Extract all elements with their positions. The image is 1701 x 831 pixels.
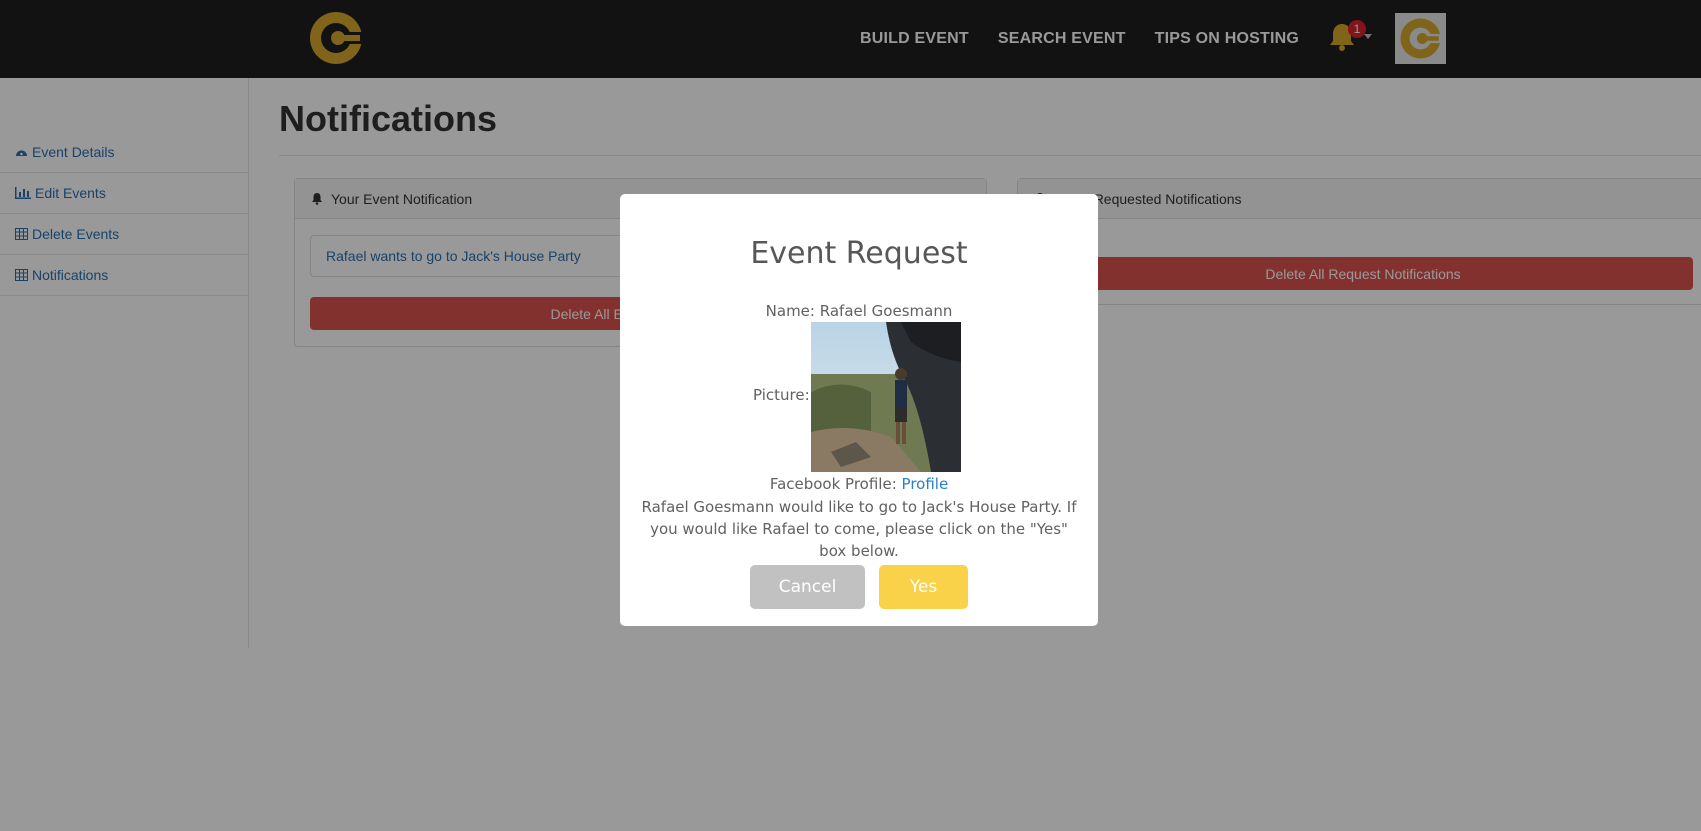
requester-name: Rafael Goesmann [819, 302, 953, 320]
request-message: Rafael Goesmann would like to go to Jack… [641, 498, 1077, 560]
name-label: Name: [765, 302, 815, 320]
modal-title: Event Request [750, 236, 968, 271]
cancel-button[interactable]: Cancel [750, 565, 865, 609]
event-request-modal: Event Request Name: Rafael Goesmann Pict… [620, 194, 1098, 626]
requester-name-line: Name: Rafael Goesmann [620, 302, 1098, 320]
picture-row: Picture: [620, 322, 1098, 472]
requester-photo [811, 322, 961, 472]
picture-label: Picture: [753, 386, 810, 404]
facebook-profile-line: Facebook Profile: Profile [620, 475, 1098, 493]
facebook-profile-link[interactable]: Profile [902, 475, 949, 493]
facebook-label: Facebook Profile: [769, 475, 897, 493]
yes-button[interactable]: Yes [879, 565, 968, 609]
